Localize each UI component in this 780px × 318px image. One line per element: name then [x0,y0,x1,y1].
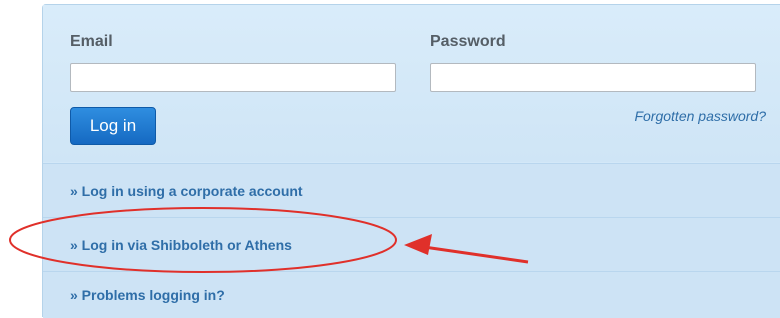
forgot-password-link[interactable]: Forgotten password? [634,108,766,124]
shibboleth-athens-login-link[interactable]: » Log in via Shibboleth or Athens [70,237,292,253]
login-panel: Email Password Log in Forgotten password… [42,4,780,318]
login-button[interactable]: Log in [70,107,156,145]
password-field[interactable] [430,63,756,92]
email-field[interactable] [70,63,396,92]
email-label: Email [70,33,113,50]
option-row-shibboleth: » Log in via Shibboleth or Athens [43,217,780,271]
option-row-problems: » Problems logging in? [43,271,780,318]
problems-logging-in-link[interactable]: » Problems logging in? [70,287,225,303]
corporate-login-link[interactable]: » Log in using a corporate account [70,183,303,199]
password-label: Password [430,33,506,50]
login-form: Email Password Log in Forgotten password… [43,5,780,162]
option-row-corporate: » Log in using a corporate account [43,163,780,217]
